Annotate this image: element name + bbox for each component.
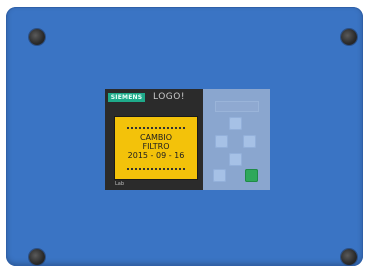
- arrow-down-key[interactable]: [229, 153, 242, 166]
- screw-icon: [341, 29, 357, 45]
- small-label: Lab: [115, 181, 125, 187]
- esc-key[interactable]: [213, 169, 226, 182]
- keypad-top-slot: [215, 101, 259, 112]
- screw-icon: [341, 249, 357, 265]
- arrow-left-key[interactable]: [215, 135, 228, 148]
- lcd-line-2: FILTRO: [142, 142, 170, 151]
- screw-icon: [29, 249, 45, 265]
- arrow-up-key[interactable]: [229, 117, 242, 130]
- lcd-display: CAMBIO FILTRO 2015 - 09 - 16: [114, 116, 198, 180]
- logo-controller: SIEMENS LOGO! CAMBIO FILTRO 2015 - 09 - …: [105, 89, 270, 190]
- model-label: LOGO!: [153, 92, 185, 102]
- dot-separator-top: [127, 127, 185, 129]
- dot-separator-bottom: [127, 168, 185, 170]
- keypad-area: [203, 89, 270, 190]
- arrow-right-key[interactable]: [243, 135, 256, 148]
- brand-badge: SIEMENS: [108, 93, 145, 102]
- lcd-line-3: 2015 - 09 - 16: [127, 151, 185, 160]
- screw-icon: [29, 29, 45, 45]
- controller-front: SIEMENS LOGO! CAMBIO FILTRO 2015 - 09 - …: [105, 89, 203, 190]
- ok-key[interactable]: [245, 169, 258, 182]
- lcd-line-1: CAMBIO: [139, 133, 173, 142]
